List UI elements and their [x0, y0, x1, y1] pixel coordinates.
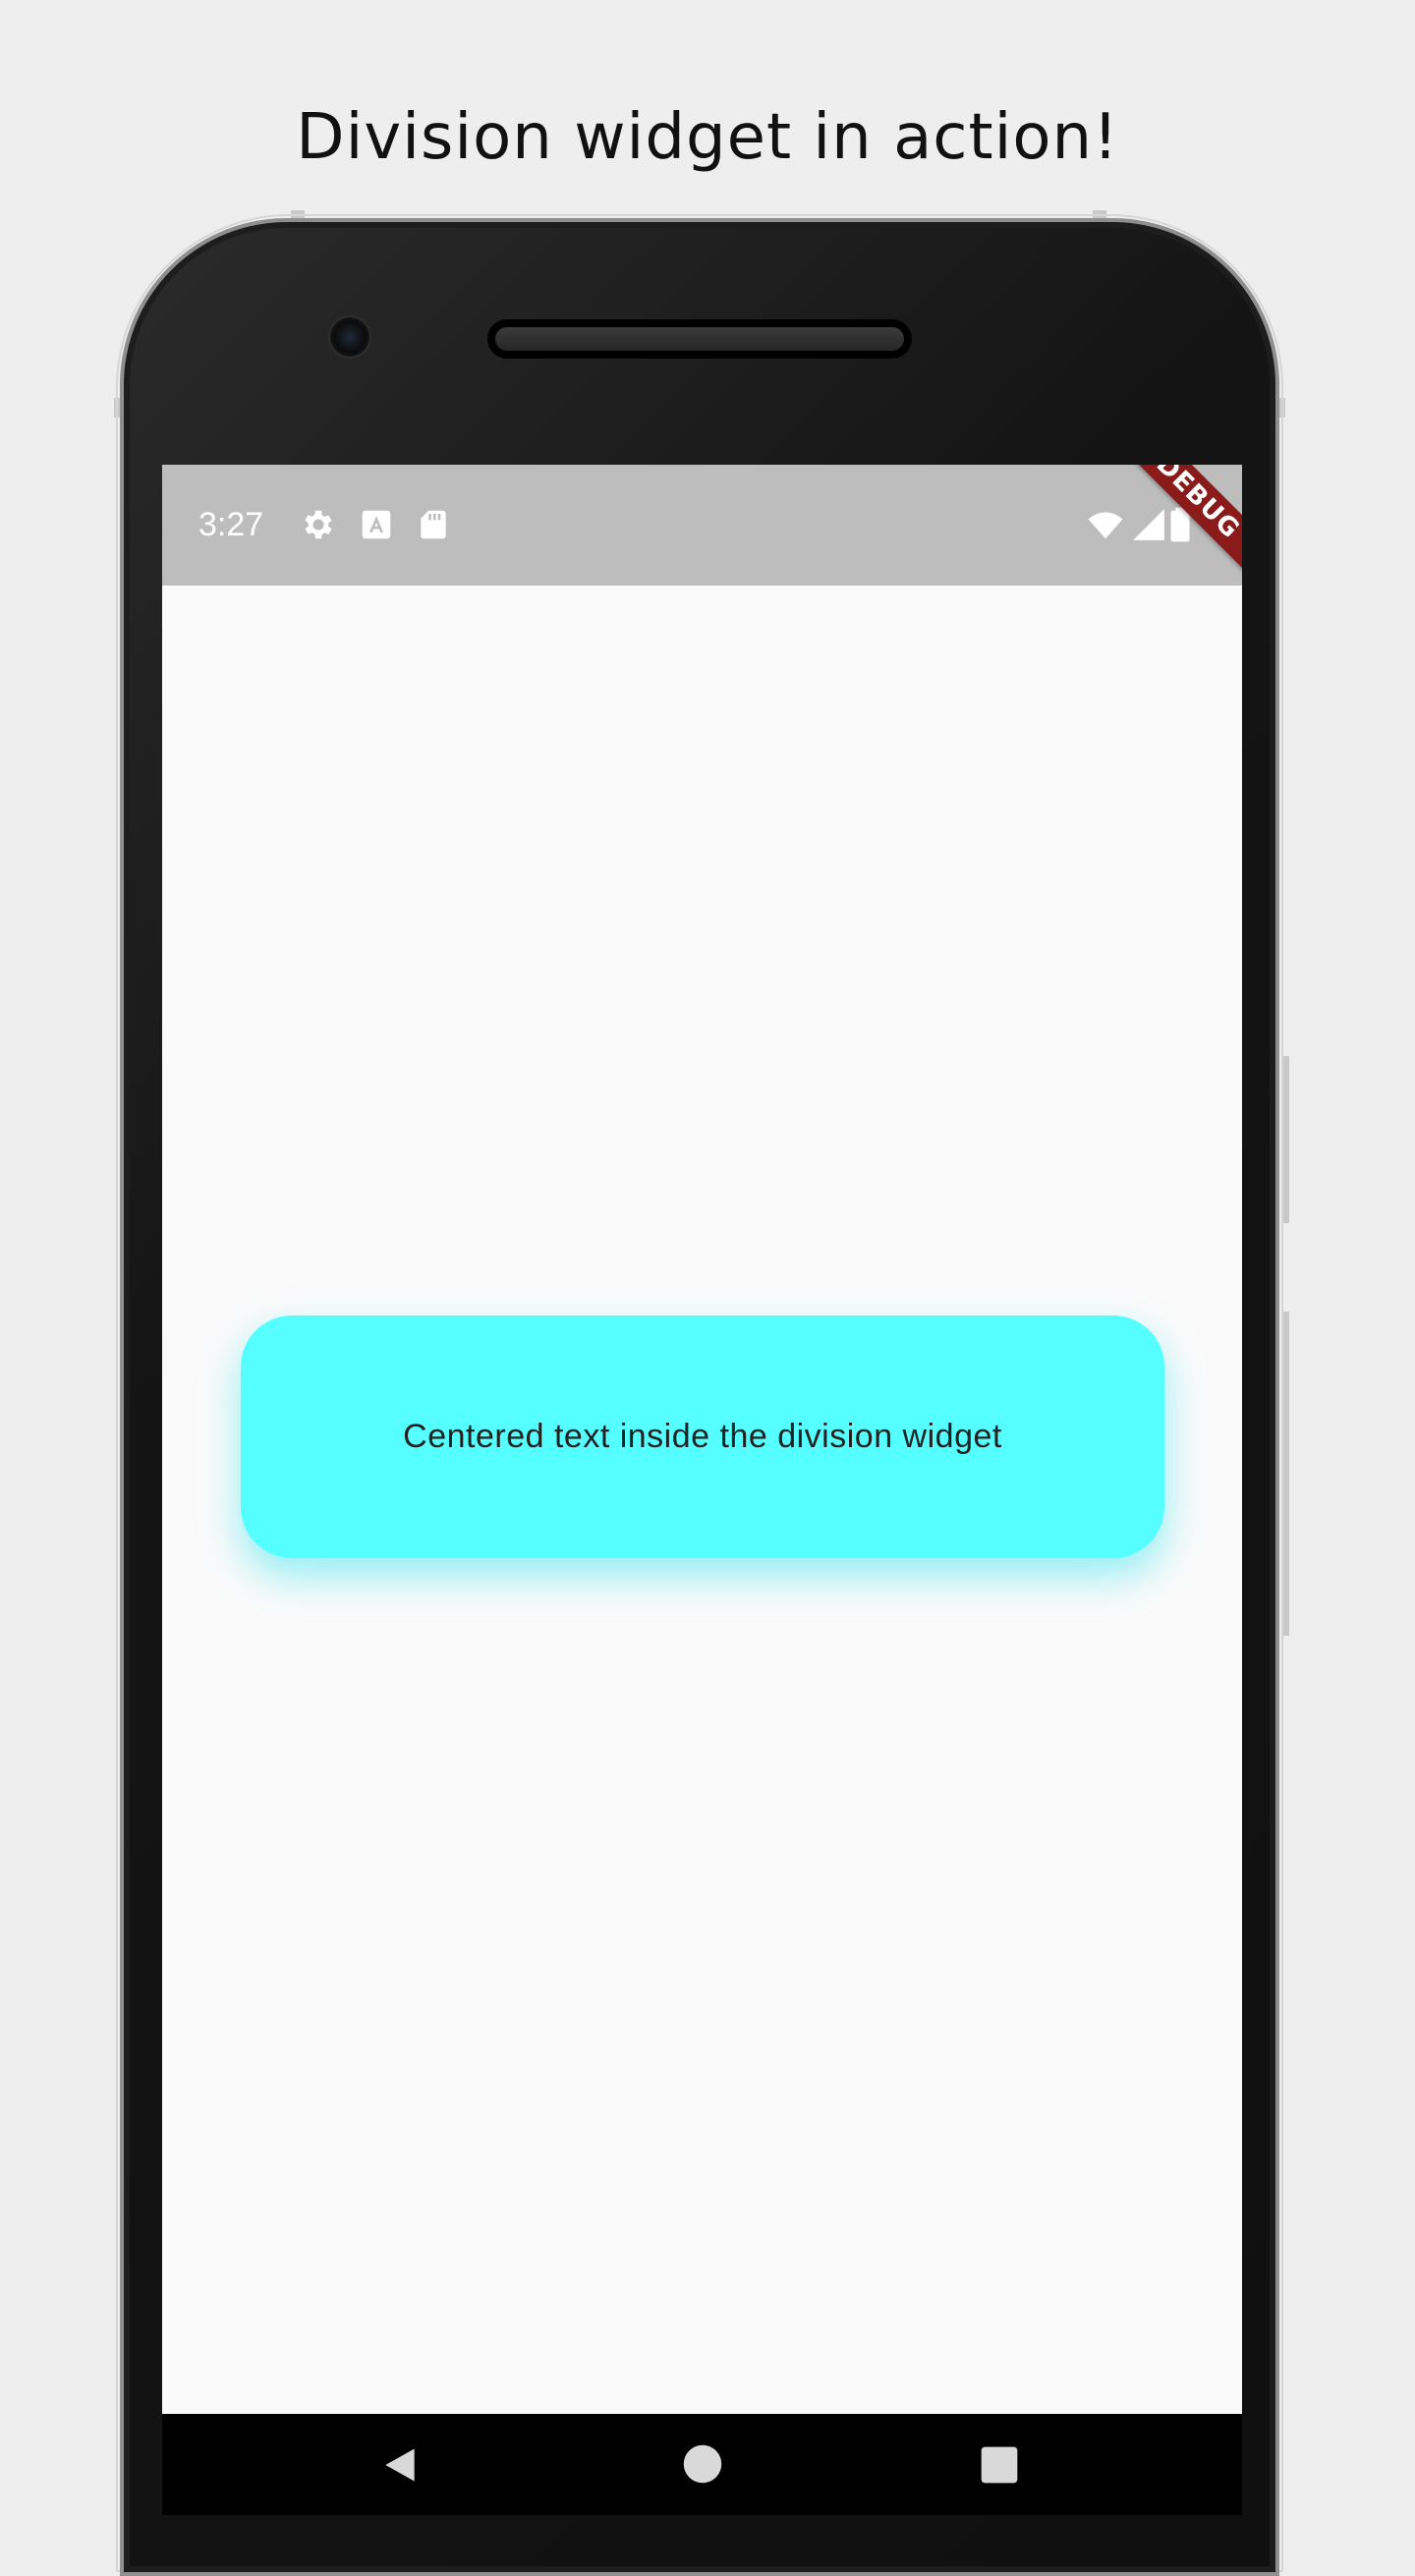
page-caption: Division widget in action!: [296, 101, 1119, 174]
sd-card-icon: [421, 510, 446, 539]
home-icon[interactable]: [682, 2443, 723, 2485]
a-box-icon: [362, 510, 391, 539]
front-camera: [328, 315, 371, 359]
division-text: Centered text inside the division widget: [403, 1418, 1002, 1455]
earpiece-grille: [495, 327, 904, 351]
wifi-icon: [1088, 512, 1123, 539]
phone-screen: 3:27 DEBUG Centered text inside the divi…: [162, 465, 1242, 2515]
recents-icon[interactable]: [978, 2443, 1021, 2487]
status-time: 3:27: [198, 506, 264, 543]
signal-icon: [1133, 509, 1164, 540]
navigation-bar: [162, 2414, 1242, 2515]
status-bar: 3:27 DEBUG: [162, 465, 1242, 590]
back-icon[interactable]: [378, 2443, 422, 2487]
app-content: Centered text inside the division widget: [162, 586, 1242, 2410]
gear-icon: [305, 510, 332, 539]
division-widget: Centered text inside the division widget: [241, 1316, 1164, 1558]
earpiece-speaker: [487, 319, 912, 359]
